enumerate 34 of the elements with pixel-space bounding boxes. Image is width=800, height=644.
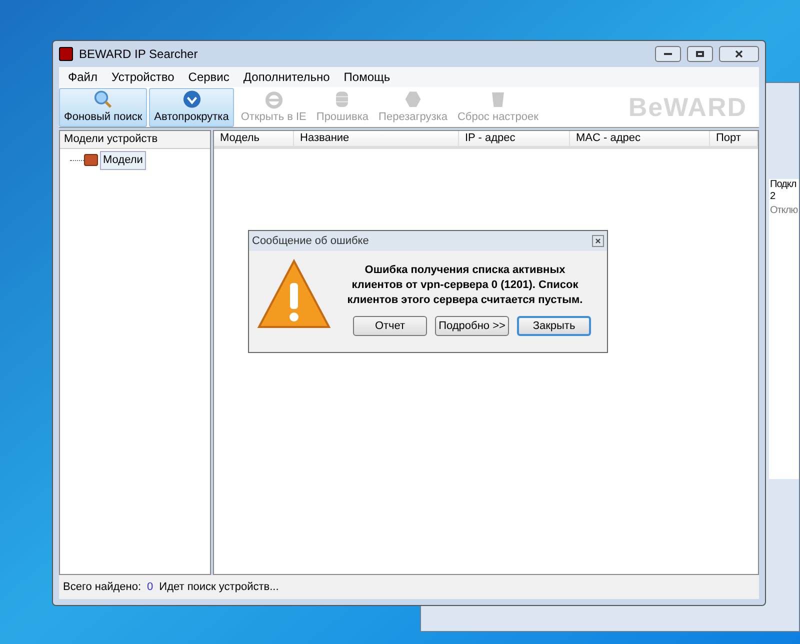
menu-item[interactable]: Дополнительно xyxy=(236,68,337,86)
x-icon xyxy=(735,50,743,58)
menu-item[interactable]: Помощь xyxy=(336,68,398,86)
close-button[interactable] xyxy=(719,46,759,62)
dialog-title: Сообщение об ошибке xyxy=(252,234,370,249)
status-text: Идет поиск устройств... xyxy=(159,580,279,595)
app-logo-icon xyxy=(59,47,73,61)
found-count: 0 xyxy=(147,580,154,595)
dialog-button[interactable]: Закрыть xyxy=(517,316,591,336)
dialog-button[interactable]: Отчет xyxy=(353,316,427,336)
menu-item[interactable]: Сервис xyxy=(181,68,236,86)
tree-item[interactable]: Модели xyxy=(100,151,146,170)
column-header[interactable]: MAC - адрес xyxy=(570,131,710,146)
error-message: Ошибка получения списка активных клиентов от vpn-сервера 0 (1201). Список клиентов этого сервера считается пустым. xyxy=(346,263,584,308)
close-button[interactable] xyxy=(592,235,604,247)
cut-off-text: 2 xyxy=(770,191,776,203)
maximize-button[interactable] xyxy=(687,46,713,62)
x-icon xyxy=(595,238,601,244)
dialog-button[interactable]: Подробно >> xyxy=(435,316,509,336)
column-header[interactable]: Порт xyxy=(710,131,758,146)
column-header[interactable]: IP - адрес xyxy=(459,131,570,146)
menu-item[interactable]: Устройство xyxy=(104,68,182,86)
tree-header: Модели устройств xyxy=(60,131,210,149)
cut-off-text: Отклю xyxy=(770,204,799,218)
column-header[interactable]: Название xyxy=(294,131,459,146)
warning-icon xyxy=(257,257,331,331)
window-title: BEWARD IP Searcher xyxy=(79,46,199,63)
status-label: Всего найдено: xyxy=(63,580,142,595)
menu-item[interactable]: Файл xyxy=(61,68,105,86)
toolbar-button[interactable]: Фоновый поиск xyxy=(59,88,148,126)
column-header[interactable]: Модель xyxy=(214,131,294,146)
minimize-button[interactable] xyxy=(655,46,681,62)
toolbar-button[interactable]: Автопрокрутка xyxy=(149,88,234,126)
cut-off-text: Подкл xyxy=(770,179,798,191)
